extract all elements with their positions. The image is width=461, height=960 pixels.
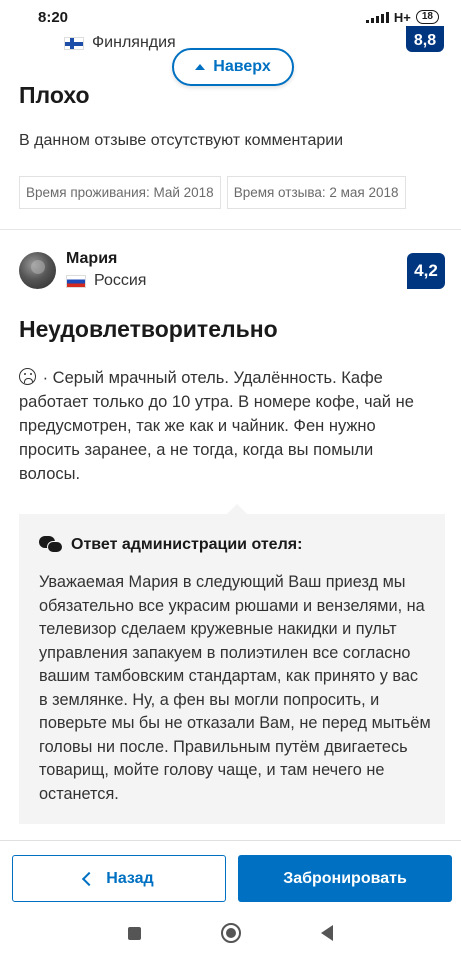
network-type: H+ — [393, 9, 411, 25]
battery-icon: 18 — [415, 10, 439, 24]
prev-country-label: Финляндия — [92, 34, 176, 51]
status-indicators: H+ 18 — [365, 9, 439, 25]
reviewer-country-label: Россия — [94, 272, 147, 289]
review-title: Неудовлетворительно — [19, 316, 278, 342]
system-nav-bar — [0, 906, 461, 960]
avatar — [19, 252, 56, 289]
prev-review-meta: Время проживания: Май 2018 Время отзыва:… — [19, 176, 406, 209]
prev-review-title: Плохо — [19, 82, 90, 108]
review-divider — [0, 229, 461, 230]
stay-time-chip: Время проживания: Май 2018 — [19, 176, 221, 209]
status-time: 8:20 — [38, 8, 69, 26]
recent-apps-icon[interactable] — [128, 926, 141, 940]
hotel-response-title: Ответ администрации отеля: — [71, 536, 303, 553]
prev-reviewer-country: Финляндия — [64, 34, 176, 52]
reviewer-name: Мария — [66, 250, 118, 267]
prev-score-badge: 8,8 — [406, 26, 444, 52]
russia-flag-icon — [66, 274, 86, 288]
review-time-chip: Время отзыва: 2 мая 2018 — [226, 176, 406, 209]
score-badge: 4,2 — [407, 253, 445, 289]
scroll-to-top-button[interactable]: Наверх — [172, 48, 294, 86]
book-button-label: Забронировать — [283, 869, 407, 887]
sad-face-icon — [19, 368, 36, 385]
hotel-response-header: Ответ администрации отеля: — [39, 536, 302, 554]
signal-icon — [365, 11, 389, 23]
back-button[interactable]: Назад — [12, 855, 226, 902]
scroll-to-top-label: Наверх — [213, 58, 271, 75]
reviewer-country: Россия — [66, 272, 146, 290]
bottom-action-bar: Назад Забронировать — [0, 840, 461, 906]
chevron-left-icon — [82, 871, 97, 886]
finland-flag-icon — [64, 36, 84, 50]
chat-bubbles-icon — [39, 536, 63, 554]
review-body-text: · Серый мрачный отель. Удалённость. Кафе… — [19, 369, 414, 483]
hotel-response-text: Уважаемая Мария в следующий Ваш приезд м… — [39, 573, 431, 803]
no-comments-text: В данном отзыве отсутствуют комментарии — [19, 132, 344, 149]
back-button-label: Назад — [106, 869, 154, 887]
home-icon[interactable] — [221, 923, 241, 943]
hotel-response: Ответ администрации отеля: Уважаемая Мар… — [19, 504, 445, 824]
book-button[interactable]: Забронировать — [238, 855, 452, 902]
review-negative-text: · Серый мрачный отель. Удалённость. Кафе… — [19, 366, 419, 486]
status-bar: 8:20 H+ 18 — [0, 0, 461, 34]
back-triangle-icon[interactable] — [321, 925, 333, 941]
caret-up-icon — [195, 64, 206, 70]
